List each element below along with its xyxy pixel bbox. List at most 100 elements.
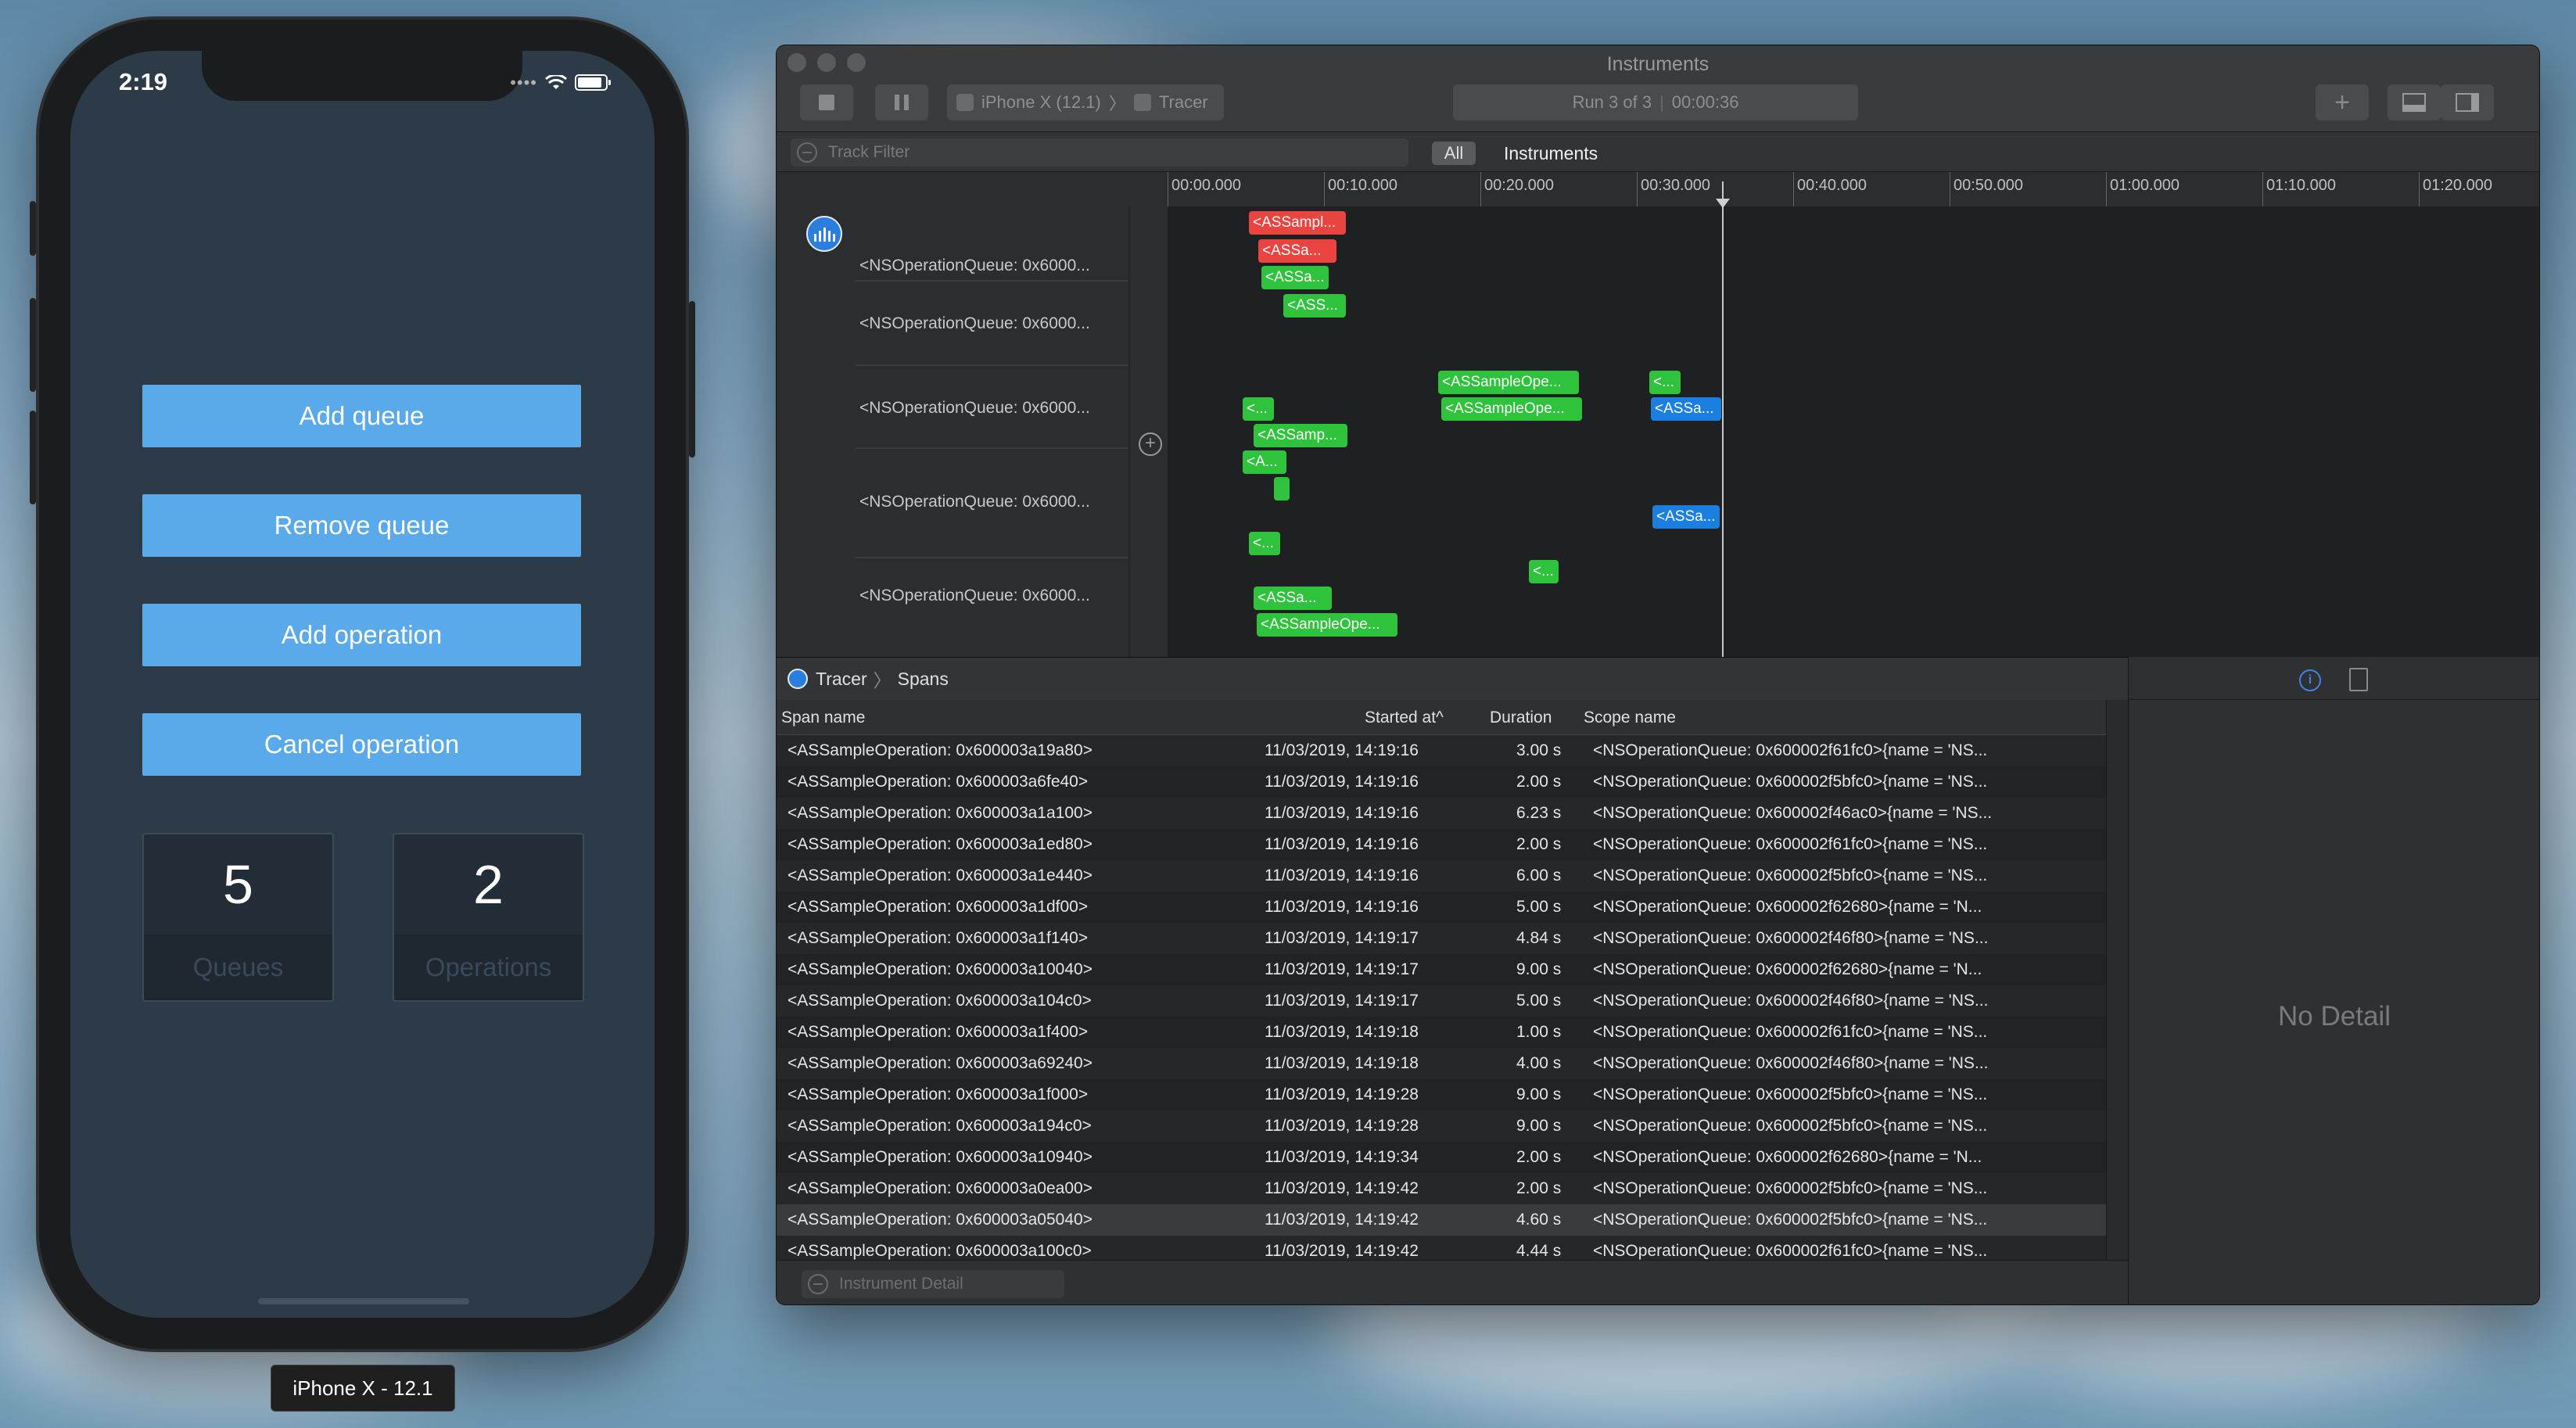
playhead[interactable] [1722, 181, 1724, 666]
span-bar[interactable]: <... [1649, 371, 1681, 394]
column-span-name[interactable]: Span name [781, 709, 865, 727]
table-row[interactable]: <ASSampleOperation: 0x600003a1e440> 11/03… [777, 860, 2106, 892]
add-track-icon[interactable]: + [1139, 432, 1162, 456]
started-at-cell: 11/03/2019, 14:19:42 [1265, 1242, 1419, 1260]
document-icon[interactable] [2349, 668, 2368, 691]
tracer-icon [788, 669, 808, 689]
target-selector[interactable]: iPhone X (12.1) 〉 Tracer [947, 84, 1224, 120]
table-row[interactable]: <ASSampleOperation: 0x600003a6fe40> 11/03… [777, 766, 2106, 798]
column-duration[interactable]: Duration [1490, 709, 1552, 727]
table-row[interactable]: <ASSampleOperation: 0x600003a10040> 11/03… [777, 954, 2106, 986]
track-label[interactable]: <NSOperationQueue: 0x6000... [859, 314, 1090, 333]
table-row[interactable]: <ASSampleOperation: 0x600003a1f400> 11/03… [777, 1017, 2106, 1049]
table-row[interactable]: <ASSampleOperation: 0x600003a1a100> 11/03… [777, 798, 2106, 830]
track-lane[interactable] [1168, 282, 2539, 366]
span-bar[interactable]: <ASSa... [1254, 587, 1332, 610]
track-lane[interactable] [1168, 206, 2539, 283]
track-lane[interactable] [1168, 364, 2539, 449]
started-at-cell: 11/03/2019, 14:19:16 [1265, 741, 1419, 759]
volume-up-button [30, 298, 36, 392]
tracer-instrument-icon[interactable] [806, 216, 842, 252]
spans-table[interactable]: <ASSampleOperation: 0x600003a19a80> 11/03… [777, 735, 2106, 1283]
column-started-at[interactable]: Started at^ [1365, 709, 1444, 727]
track-label[interactable]: <NSOperationQueue: 0x6000... [859, 493, 1090, 511]
add-operation-button[interactable]: Add operation [142, 604, 581, 666]
span-name-cell: <ASSampleOperation: 0x600003a1ed80> [788, 835, 1092, 853]
table-header: Span name Started at^ Duration Scope nam… [777, 700, 2106, 735]
span-bar[interactable]: <A... [1243, 450, 1286, 474]
track-list-divider [1128, 206, 1130, 657]
toggle-inspector-button[interactable] [2441, 84, 2494, 120]
add-instrument-button[interactable]: + [2316, 84, 2369, 120]
table-row[interactable]: <ASSampleOperation: 0x600003a1ed80> 11/03… [777, 829, 2106, 861]
stop-button[interactable] [800, 84, 853, 120]
scope-name-cell: <NSOperationQueue: 0x600002f5bfc0>{name … [1593, 866, 1988, 884]
run-divider: | [1659, 92, 1664, 112]
run-elapsed: 00:00:36 [1671, 92, 1739, 112]
ruler-label: 01:20.000 [2423, 177, 2492, 194]
table-row[interactable]: <ASSampleOperation: 0x600003a104c0> 11/03… [777, 985, 2106, 1017]
span-bar[interactable]: <ASSa... [1258, 239, 1336, 263]
ruler-label: 00:10.000 [1328, 177, 1397, 194]
track-label[interactable]: <NSOperationQueue: 0x6000... [859, 257, 1090, 275]
table-row[interactable]: <ASSampleOperation: 0x600003a19a80> 11/03… [777, 735, 2106, 767]
duration-cell: 4.44 s [1516, 1242, 1562, 1260]
span-bar[interactable] [1274, 477, 1290, 501]
playhead-handle[interactable] [1716, 199, 1730, 208]
table-row[interactable]: <ASSampleOperation: 0x600003a0ea00> 11/03… [777, 1173, 2106, 1205]
home-indicator[interactable] [258, 1298, 469, 1304]
track-filter-input[interactable]: Track Filter [791, 138, 1408, 167]
add-queue-button[interactable]: Add queue [142, 385, 581, 447]
table-row[interactable]: <ASSampleOperation: 0x600003a1df00> 11/03… [777, 892, 2106, 924]
table-row[interactable]: <ASSampleOperation: 0x600003a05040> 11/03… [777, 1204, 2106, 1236]
track-divider [855, 557, 1128, 558]
ruler-label: 00:50.000 [1954, 177, 2023, 194]
table-row[interactable]: <ASSampleOperation: 0x600003a194c0> 11/03… [777, 1110, 2106, 1143]
track-lane[interactable] [1168, 557, 2539, 658]
table-row[interactable]: <ASSampleOperation: 0x600003a69240> 11/03… [777, 1048, 2106, 1080]
started-at-cell: 11/03/2019, 14:19:16 [1265, 835, 1419, 853]
track-label[interactable]: <NSOperationQueue: 0x6000... [859, 587, 1090, 605]
span-bar[interactable]: <ASS... [1283, 294, 1346, 318]
span-bar[interactable]: <ASSa... [1651, 397, 1721, 421]
remove-queue-button[interactable]: Remove queue [142, 494, 581, 557]
table-row[interactable]: <ASSampleOperation: 0x600003a1f000> 11/03… [777, 1079, 2106, 1111]
span-bar[interactable]: <ASSampleOpe... [1441, 397, 1582, 421]
segment-all[interactable]: All [1432, 142, 1476, 165]
column-scope-name[interactable]: Scope name [1584, 709, 1676, 727]
table-scrollbar[interactable] [2106, 700, 2129, 1286]
track-lane[interactable] [1168, 447, 2539, 558]
chevron-right-icon: 〉 [1108, 94, 1126, 113]
pause-button[interactable] [875, 84, 928, 120]
span-bar[interactable]: <ASSa... [1261, 266, 1329, 289]
segment-instruments[interactable]: Instruments [1504, 142, 1598, 165]
cancel-operation-button[interactable]: Cancel operation [142, 713, 581, 776]
span-bar[interactable]: <ASSampl... [1249, 211, 1346, 235]
span-name-cell: <ASSampleOperation: 0x600003a69240> [788, 1054, 1092, 1072]
span-name-cell: <ASSampleOperation: 0x600003a1df00> [788, 898, 1089, 916]
track-list: <NSOperationQueue: 0x6000... <NSOperatio… [777, 172, 1168, 657]
breadcrumb-spans[interactable]: Spans [898, 669, 949, 690]
track-label[interactable]: <NSOperationQueue: 0x6000... [859, 399, 1090, 418]
timeline[interactable]: <NSOperationQueue: 0x6000... <NSOperatio… [777, 172, 2539, 666]
scope-name-cell: <NSOperationQueue: 0x600002f5bfc0>{name … [1593, 1117, 1988, 1135]
ruler-tick [2106, 172, 2107, 206]
info-icon[interactable]: i [2299, 669, 2321, 691]
span-bar[interactable]: <ASSamp... [1254, 424, 1347, 447]
span-bar[interactable]: <ASSa... [1652, 505, 1720, 529]
span-bar[interactable]: <... [1243, 397, 1274, 421]
time-ruler[interactable]: 00:00.000 00:10.000 00:20.000 00:30.000 … [1168, 172, 2539, 207]
toggle-detail-button[interactable] [2388, 84, 2441, 120]
operations-count: 2 [473, 854, 504, 915]
span-bar[interactable]: <ASSampleOpe... [1257, 613, 1397, 637]
breadcrumb-tracer[interactable]: Tracer [816, 669, 867, 690]
table-row[interactable]: <ASSampleOperation: 0x600003a10940> 11/03… [777, 1142, 2106, 1174]
span-name-cell: <ASSampleOperation: 0x600003a104c0> [788, 992, 1092, 1010]
span-bar[interactable]: <ASSampleOpe... [1438, 371, 1579, 394]
table-row[interactable]: <ASSampleOperation: 0x600003a1f140> 11/03… [777, 923, 2106, 955]
span-bar[interactable]: <... [1249, 532, 1280, 555]
run-status[interactable]: Run 3 of 3 | 00:00:36 [1453, 84, 1858, 120]
span-bar[interactable]: <... [1529, 560, 1559, 583]
span-name-cell: <ASSampleOperation: 0x600003a1f140> [788, 929, 1089, 947]
instrument-detail-filter[interactable]: Instrument Detail [802, 1270, 1064, 1298]
